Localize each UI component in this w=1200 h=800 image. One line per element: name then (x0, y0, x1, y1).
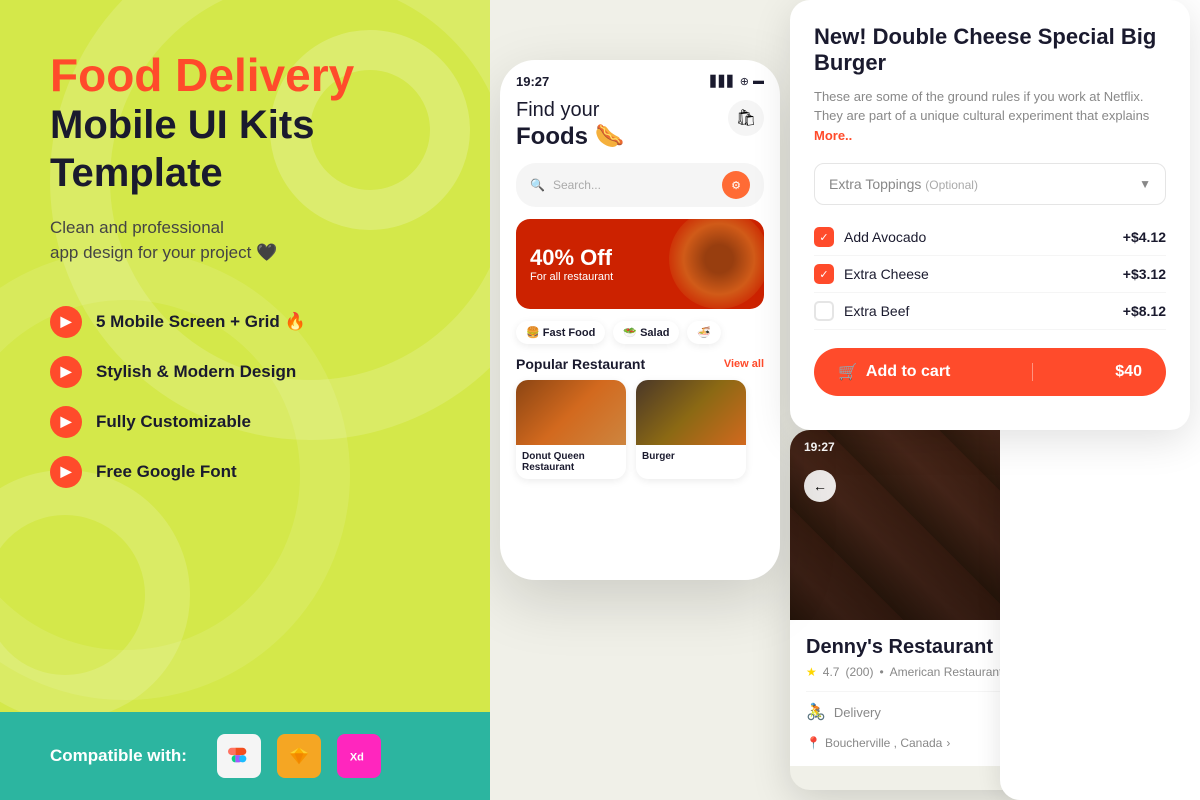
headline-black: Mobile UI Kits Template (50, 101, 450, 197)
promo-subtitle: For all restaurant (530, 271, 613, 283)
restaurant-name-2: Burger (642, 451, 740, 462)
delivery-label: Delivery (834, 705, 881, 720)
feature-item-4: ▶ Free Google Font (50, 456, 450, 488)
back-button[interactable]: ← (804, 470, 836, 502)
location-arrow-icon: › (946, 736, 950, 750)
topping-avocado: ✓ Add Avocado +$4.12 (814, 219, 1166, 256)
dropdown-arrow-icon: ▼ (1139, 177, 1151, 191)
feature-item-2: ▶ Stylish & Modern Design (50, 356, 450, 388)
restaurant-image-2 (636, 380, 746, 445)
restaurant-cards: Donut Queen Restaurant Burger (516, 380, 764, 479)
topping-price-avocado: +$4.12 (1123, 229, 1166, 245)
topping-beef: Extra Beef +$8.12 (814, 293, 1166, 330)
restaurant-time: 19:27 (804, 440, 835, 454)
view-all-link[interactable]: View all (724, 358, 764, 370)
search-icon: 🔍 (530, 178, 545, 192)
right-section: 19:27 ▋▋▋⊕▬ Find your Foods 🌭 🛍 🔍 Search… (490, 0, 1200, 800)
restaurant-rating: 4.7 (823, 665, 840, 679)
cart-icon[interactable]: 🛍 (728, 100, 764, 136)
feature-bullet-3: ▶ (50, 406, 82, 438)
popular-title: Popular Restaurant (516, 356, 645, 372)
phone-time: 19:27 (516, 74, 549, 89)
product-detail-panel: New! Double Cheese Special Big Burger Th… (790, 0, 1190, 430)
search-placeholder: Search... (553, 178, 601, 192)
search-bar[interactable]: 🔍 Search... ⚙ (516, 163, 764, 207)
sketch-icon (277, 734, 321, 778)
phone-mockup-1: 19:27 ▋▋▋⊕▬ Find your Foods 🌭 🛍 🔍 Search… (500, 60, 780, 580)
product-description: These are some of the ground rules if yo… (814, 87, 1166, 146)
category-salad[interactable]: 🥗 Salad (613, 321, 679, 344)
feature-item-3: ▶ Fully Customizable (50, 406, 450, 438)
topping-left-avocado: ✓ Add Avocado (814, 227, 926, 247)
promo-text: 40% Off For all restaurant (530, 245, 613, 283)
more-link[interactable]: More.. (814, 128, 852, 143)
category-more[interactable]: 🍜 (687, 321, 721, 344)
deco-circle-2 (0, 470, 190, 720)
product-title: New! Double Cheese Special Big Burger (814, 24, 1166, 77)
figma-icon (217, 734, 261, 778)
compat-icons: Xd (217, 734, 381, 778)
feature-bullet-1: ▶ (50, 306, 82, 338)
topping-price-beef: +$8.12 (1123, 303, 1166, 319)
topping-price-cheese: +$3.12 (1123, 266, 1166, 282)
location-pin-icon: 📍 (806, 736, 821, 750)
add-to-cart-button[interactable]: 🛒 Add to cart $40 (814, 348, 1166, 396)
category-list: 🍔 Fast Food 🥗 Salad 🍜 (516, 321, 764, 344)
feature-bullet-4: ▶ (50, 456, 82, 488)
svg-text:Xd: Xd (350, 752, 364, 764)
restaurant-card-1[interactable]: Donut Queen Restaurant (516, 380, 626, 479)
promo-banner: 40% Off For all restaurant (516, 219, 764, 309)
restaurant-image-1 (516, 380, 626, 445)
star-icon: ★ (806, 665, 817, 679)
promo-discount: 40% Off (530, 245, 613, 271)
popular-section-header: Popular Restaurant View all (516, 356, 764, 372)
filter-button[interactable]: ⚙ (722, 171, 750, 199)
checkbox-beef[interactable] (814, 301, 834, 321)
cart-price: $40 (1115, 363, 1142, 381)
toppings-dropdown[interactable]: Extra Toppings (Optional) ▼ (814, 163, 1166, 205)
cart-divider (1032, 363, 1033, 381)
phone-signal-icons: ▋▋▋⊕▬ (710, 75, 764, 88)
phone-title-large: Foods 🌭 (516, 122, 764, 151)
delivery-icon: 🚴 (806, 702, 826, 722)
toppings-label: Extra Toppings (Optional) (829, 176, 978, 192)
left-panel: Food Delivery Mobile UI Kits Template Cl… (0, 0, 490, 800)
phone-header: Find your Foods 🌭 (516, 99, 764, 151)
xd-icon: Xd (337, 734, 381, 778)
bottom-bar: Compatible with: (0, 712, 490, 800)
cart-icon-btn: 🛒 (838, 362, 858, 382)
restaurant-reviews: (200) (845, 665, 873, 679)
phone-status-bar: 19:27 ▋▋▋⊕▬ (516, 74, 764, 89)
promo-food-image (669, 219, 764, 309)
category-fastfood[interactable]: 🍔 Fast Food (516, 321, 605, 344)
checkbox-avocado[interactable]: ✓ (814, 227, 834, 247)
checkbox-cheese[interactable]: ✓ (814, 264, 834, 284)
delivery-info: 🚴 Delivery (806, 702, 881, 722)
restaurant-location: Boucherville , Canada (825, 736, 942, 750)
topping-left-cheese: ✓ Extra Cheese (814, 264, 929, 284)
cart-button-left: 🛒 Add to cart (838, 362, 950, 382)
topping-name-cheese: Extra Cheese (844, 266, 929, 282)
feature-bullet-2: ▶ (50, 356, 82, 388)
feature-list: ▶ 5 Mobile Screen + Grid 🔥 ▶ Stylish & M… (50, 306, 450, 488)
topping-cheese: ✓ Extra Cheese +$3.12 (814, 256, 1166, 293)
compatible-label: Compatible with: (50, 746, 187, 766)
headline-red: Food Delivery (50, 50, 450, 101)
feature-item-1: ▶ 5 Mobile Screen + Grid 🔥 (50, 306, 450, 338)
subtitle: Clean and professionalapp design for you… (50, 215, 450, 266)
restaurant-type: American Restaurant (890, 665, 1003, 679)
topping-name-avocado: Add Avocado (844, 229, 926, 245)
phone-title-small: Find your (516, 99, 764, 122)
topping-name-beef: Extra Beef (844, 303, 909, 319)
restaurant-card-2[interactable]: Burger (636, 380, 746, 479)
topping-left-beef: Extra Beef (814, 301, 909, 321)
restaurant-name-1: Donut Queen Restaurant (522, 451, 620, 473)
add-to-cart-label: Add to cart (866, 363, 950, 381)
